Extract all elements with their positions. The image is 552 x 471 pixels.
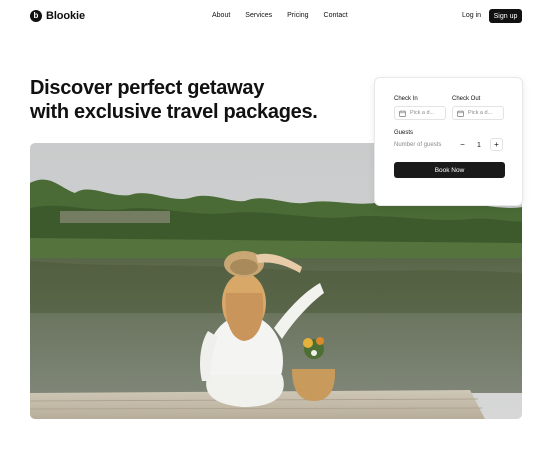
booking-card: Check In Pick a d... Check Out Pick a d.… bbox=[374, 77, 523, 206]
top-nav: b Blookie About Services Pricing Contact… bbox=[0, 0, 552, 32]
check-out-label: Check Out bbox=[452, 96, 481, 102]
logo-icon: b bbox=[30, 10, 42, 22]
hero-title-line-1: Discover perfect getaway bbox=[30, 77, 265, 99]
guests-description: Number of guests bbox=[394, 142, 442, 148]
hero-title-line-2: with exclusive travel packages. bbox=[30, 101, 318, 123]
calendar-icon bbox=[399, 109, 406, 117]
main-menu: About Services Pricing Contact bbox=[212, 12, 348, 19]
check-in-placeholder: Pick a d... bbox=[410, 110, 435, 116]
guest-count: 1 bbox=[477, 142, 481, 149]
increment-button[interactable]: + bbox=[490, 138, 503, 151]
plus-icon: + bbox=[494, 139, 499, 149]
brand[interactable]: b Blookie bbox=[30, 10, 85, 22]
book-now-button[interactable]: Book Now bbox=[394, 162, 505, 178]
check-out-placeholder: Pick a d... bbox=[468, 110, 493, 116]
minus-icon: − bbox=[460, 139, 465, 149]
check-out-field[interactable]: Pick a d... bbox=[452, 106, 504, 120]
signup-button[interactable]: Sign up bbox=[489, 9, 522, 23]
nav-link-contact[interactable]: Contact bbox=[324, 12, 348, 19]
decrement-button[interactable]: − bbox=[456, 138, 469, 151]
nav-link-services[interactable]: Services bbox=[245, 12, 272, 19]
nav-link-about[interactable]: About bbox=[212, 12, 230, 19]
check-in-label: Check In bbox=[394, 96, 418, 102]
nav-link-pricing[interactable]: Pricing bbox=[287, 12, 308, 19]
calendar-icon bbox=[457, 109, 464, 117]
brand-name: Blookie bbox=[46, 10, 86, 22]
check-in-field[interactable]: Pick a d... bbox=[394, 106, 446, 120]
login-link[interactable]: Log in bbox=[462, 12, 481, 19]
guests-label: Guests bbox=[394, 130, 414, 136]
hero-title: Discover perfect getaway with exclusive … bbox=[30, 76, 370, 124]
